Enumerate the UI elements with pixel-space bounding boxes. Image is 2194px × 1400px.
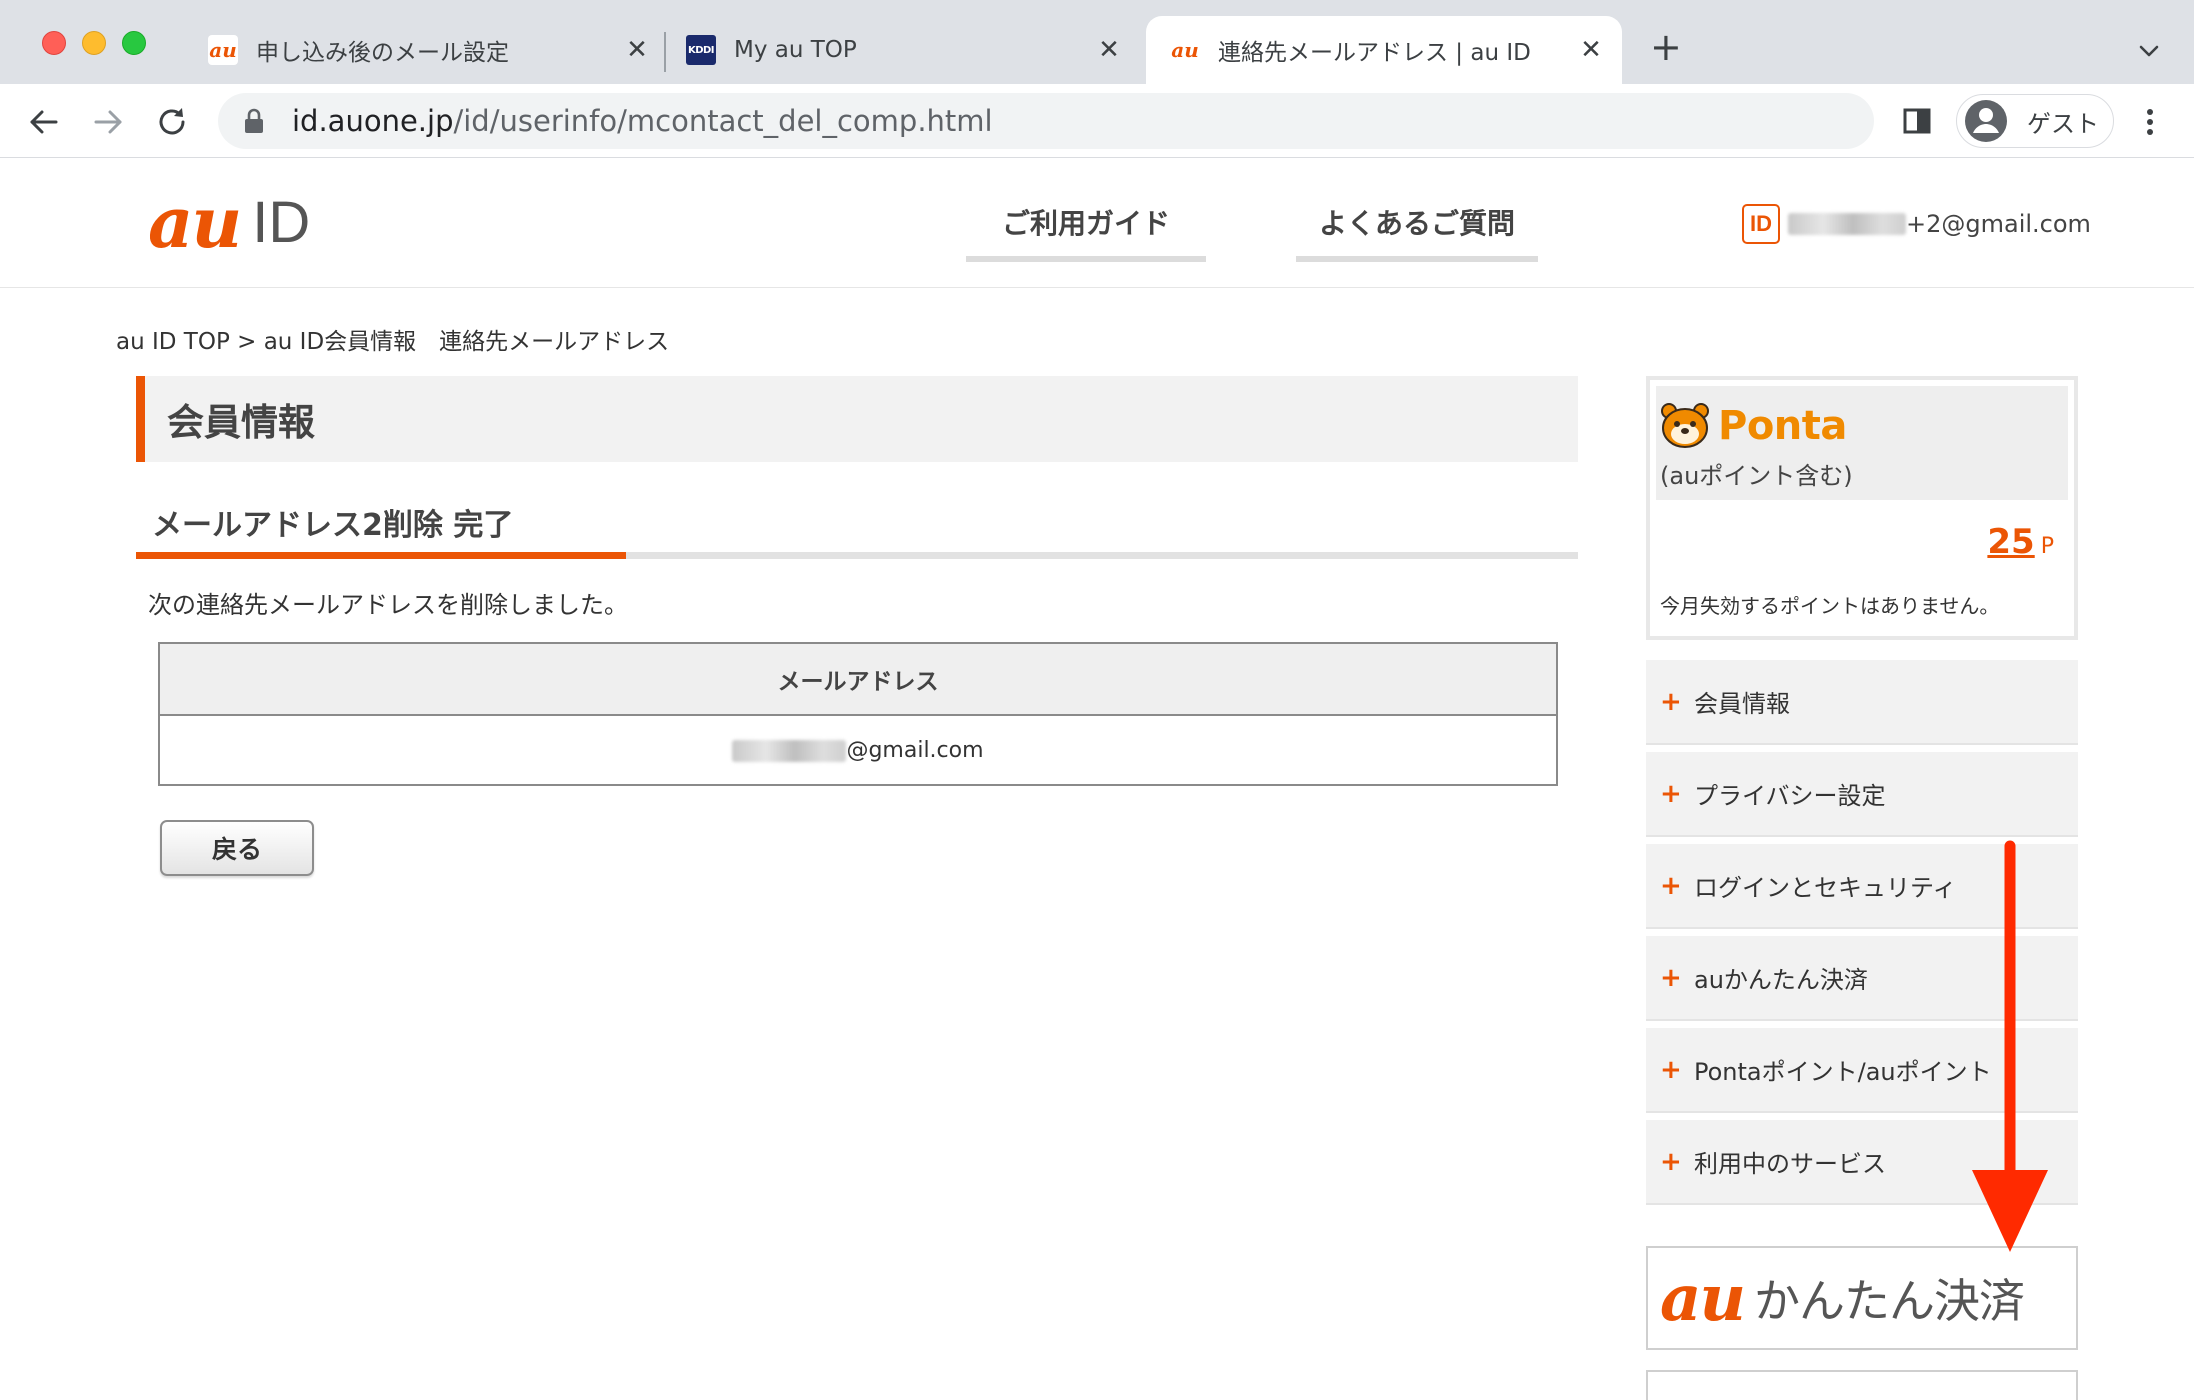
section-title: メールアドレス2削除 完了 [152,508,514,543]
email-suffix: @gmail.com [846,737,984,763]
url-host: id.auone.jp [292,104,454,138]
close-icon[interactable]: ✕ [1574,33,1608,67]
side-panel-icon[interactable] [1900,104,1934,138]
ponta-expiry-note: 今月失効するポイントはありません。 [1660,594,2000,618]
back-arrow-icon[interactable] [24,102,64,142]
chevron-down-icon[interactable] [2132,34,2166,68]
kddi-favicon-icon: KDDI [686,35,716,65]
browser-tab-mail-settings[interactable]: au 申し込み後のメール設定 ✕ [208,16,654,84]
side-menu-au-kantan-kessai[interactable]: + auかんたん決済 [1646,936,2078,1021]
browser-tab-bar: au 申し込み後のメール設定 ✕ KDDI My au TOP ✕ au 連絡先… [0,0,2194,84]
user-id-display: ID +2@gmail.com [1742,204,2091,244]
side-menu-label: プライバシー設定 [1694,782,1886,810]
side-menu-label: ログインとセキュリティ [1694,874,1957,902]
au-favicon-icon: au [208,35,238,65]
lock-icon [245,108,263,133]
close-icon[interactable]: ✕ [620,33,654,67]
ponta-points-card: Ponta (auポイント含む) 25 P 今月失効するポイントはありません。 [1646,376,2078,640]
side-menu-label: Pontaポイント/auポイント [1694,1058,1992,1086]
ponta-name: Ponta [1718,403,1847,449]
nav-underline [1296,256,1538,262]
banner-au-logo: au [1660,1260,1746,1336]
ponta-raccoon-icon [1661,403,1709,448]
tab-separator [664,32,666,72]
main-content: 会員情報 メールアドレス2削除 完了 次の連絡先メールアドレスを削除しました。 … [136,376,1578,876]
address-bar[interactable]: id.auone.jp/id/userinfo/mcontact_del_com… [218,93,1874,149]
ponta-balance[interactable]: 25 P [1987,522,2054,562]
plus-icon: + [1660,962,1682,993]
browser-toolbar: id.auone.jp/id/userinfo/mcontact_del_com… [0,84,2194,158]
plus-icon: + [1660,686,1682,717]
side-menu-member-info[interactable]: + 会員情報 [1646,660,2078,745]
redacted-text [732,739,847,762]
nav-faq[interactable]: よくあるご質問 [1296,202,1538,262]
reload-icon[interactable] [152,102,192,142]
table-header-row: メールアドレス [159,643,1557,716]
ponta-points-value[interactable]: 25 [1987,522,2034,562]
table-row: @gmail.com [159,715,1557,785]
side-menu-label: auかんたん決済 [1694,966,1868,994]
ponta-subtitle: (auポイント含む) [1660,462,1853,490]
side-menu-label: 会員情報 [1694,690,1790,718]
table-cell-email: @gmail.com [159,715,1557,785]
site-header: au ID ご利用ガイド よくあるご質問 ID +2@gmail.com [0,158,2194,288]
next-banner[interactable] [1646,1370,2078,1400]
section-divider-accent [136,552,626,559]
window-maximize-button[interactable] [122,31,146,55]
logo-au-text: au [148,181,242,264]
side-menu-ponta-points[interactable]: + Pontaポイント/auポイント [1646,1028,2078,1113]
tab-title: 連絡先メールアドレス | au ID [1218,40,1531,66]
plus-icon: + [1660,1054,1682,1085]
new-tab-plus-icon[interactable]: + [1650,28,1682,66]
plus-icon: + [1660,1146,1682,1177]
plus-icon: + [1660,870,1682,901]
window-close-button[interactable] [42,31,66,55]
window-minimize-button[interactable] [82,31,106,55]
page-title: 会員情報 [136,376,1578,462]
side-menu: + 会員情報 + プライバシー設定 + ログインとセキュリティ + auかんたん決済 +… [1646,660,2078,1212]
table-header: メールアドレス [159,643,1557,716]
close-icon[interactable]: ✕ [1092,33,1126,67]
user-email-suffix: +2@gmail.com [1906,210,2091,238]
profile-label: ゲスト [2027,109,2099,138]
completion-message: 次の連絡先メールアドレスを削除しました。 [148,591,628,619]
side-menu-login-security[interactable]: + ログインとセキュリティ [1646,844,2078,929]
nav-underline [966,256,1206,262]
banner-text: かんたん決済 [1754,1274,2025,1328]
tab-title: My au TOP [734,37,857,63]
ponta-header: Ponta (auポイント含む) [1656,386,2068,500]
plus-icon: + [1660,778,1682,809]
ponta-logo: Ponta [1660,402,1847,450]
side-menu-services-in-use[interactable]: + 利用中のサービス [1646,1120,2078,1205]
tab-title: 申し込み後のメール設定 [256,40,509,66]
url-path: /id/userinfo/mcontact_del_comp.html [453,104,993,138]
logo-id-text: ID [252,190,311,255]
breadcrumb: au ID TOP > au ID会員情報 連絡先メールアドレス [116,329,670,355]
avatar-icon [1965,100,2007,142]
redacted-text [1788,213,1906,235]
nav-label: ご利用ガイド [1001,207,1170,240]
back-button[interactable]: 戻る [160,820,314,876]
nav-label: よくあるご質問 [1318,207,1515,240]
id-badge-icon: ID [1742,204,1780,244]
browser-tab-my-au-top[interactable]: KDDI My au TOP ✕ [686,16,1126,84]
au-id-logo[interactable]: au ID [148,188,310,258]
nav-usage-guide[interactable]: ご利用ガイド [966,202,1206,262]
section-divider [136,552,1578,559]
profile-button[interactable]: ゲスト [1956,94,2114,148]
au-favicon-icon: au [1170,35,1200,65]
side-menu-privacy[interactable]: + プライバシー設定 [1646,752,2078,837]
side-menu-label: 利用中のサービス [1694,1150,1886,1178]
au-kantan-kessai-banner[interactable]: au かんたん決済 [1646,1246,2078,1350]
ponta-points-unit: P [2040,534,2054,559]
browser-tab-contact-email[interactable]: au 連絡先メールアドレス | au ID ✕ [1146,16,1622,84]
more-menu-icon[interactable] [2138,104,2162,140]
forward-arrow-icon[interactable] [88,102,128,142]
deleted-email-table: メールアドレス @gmail.com [158,642,1558,786]
